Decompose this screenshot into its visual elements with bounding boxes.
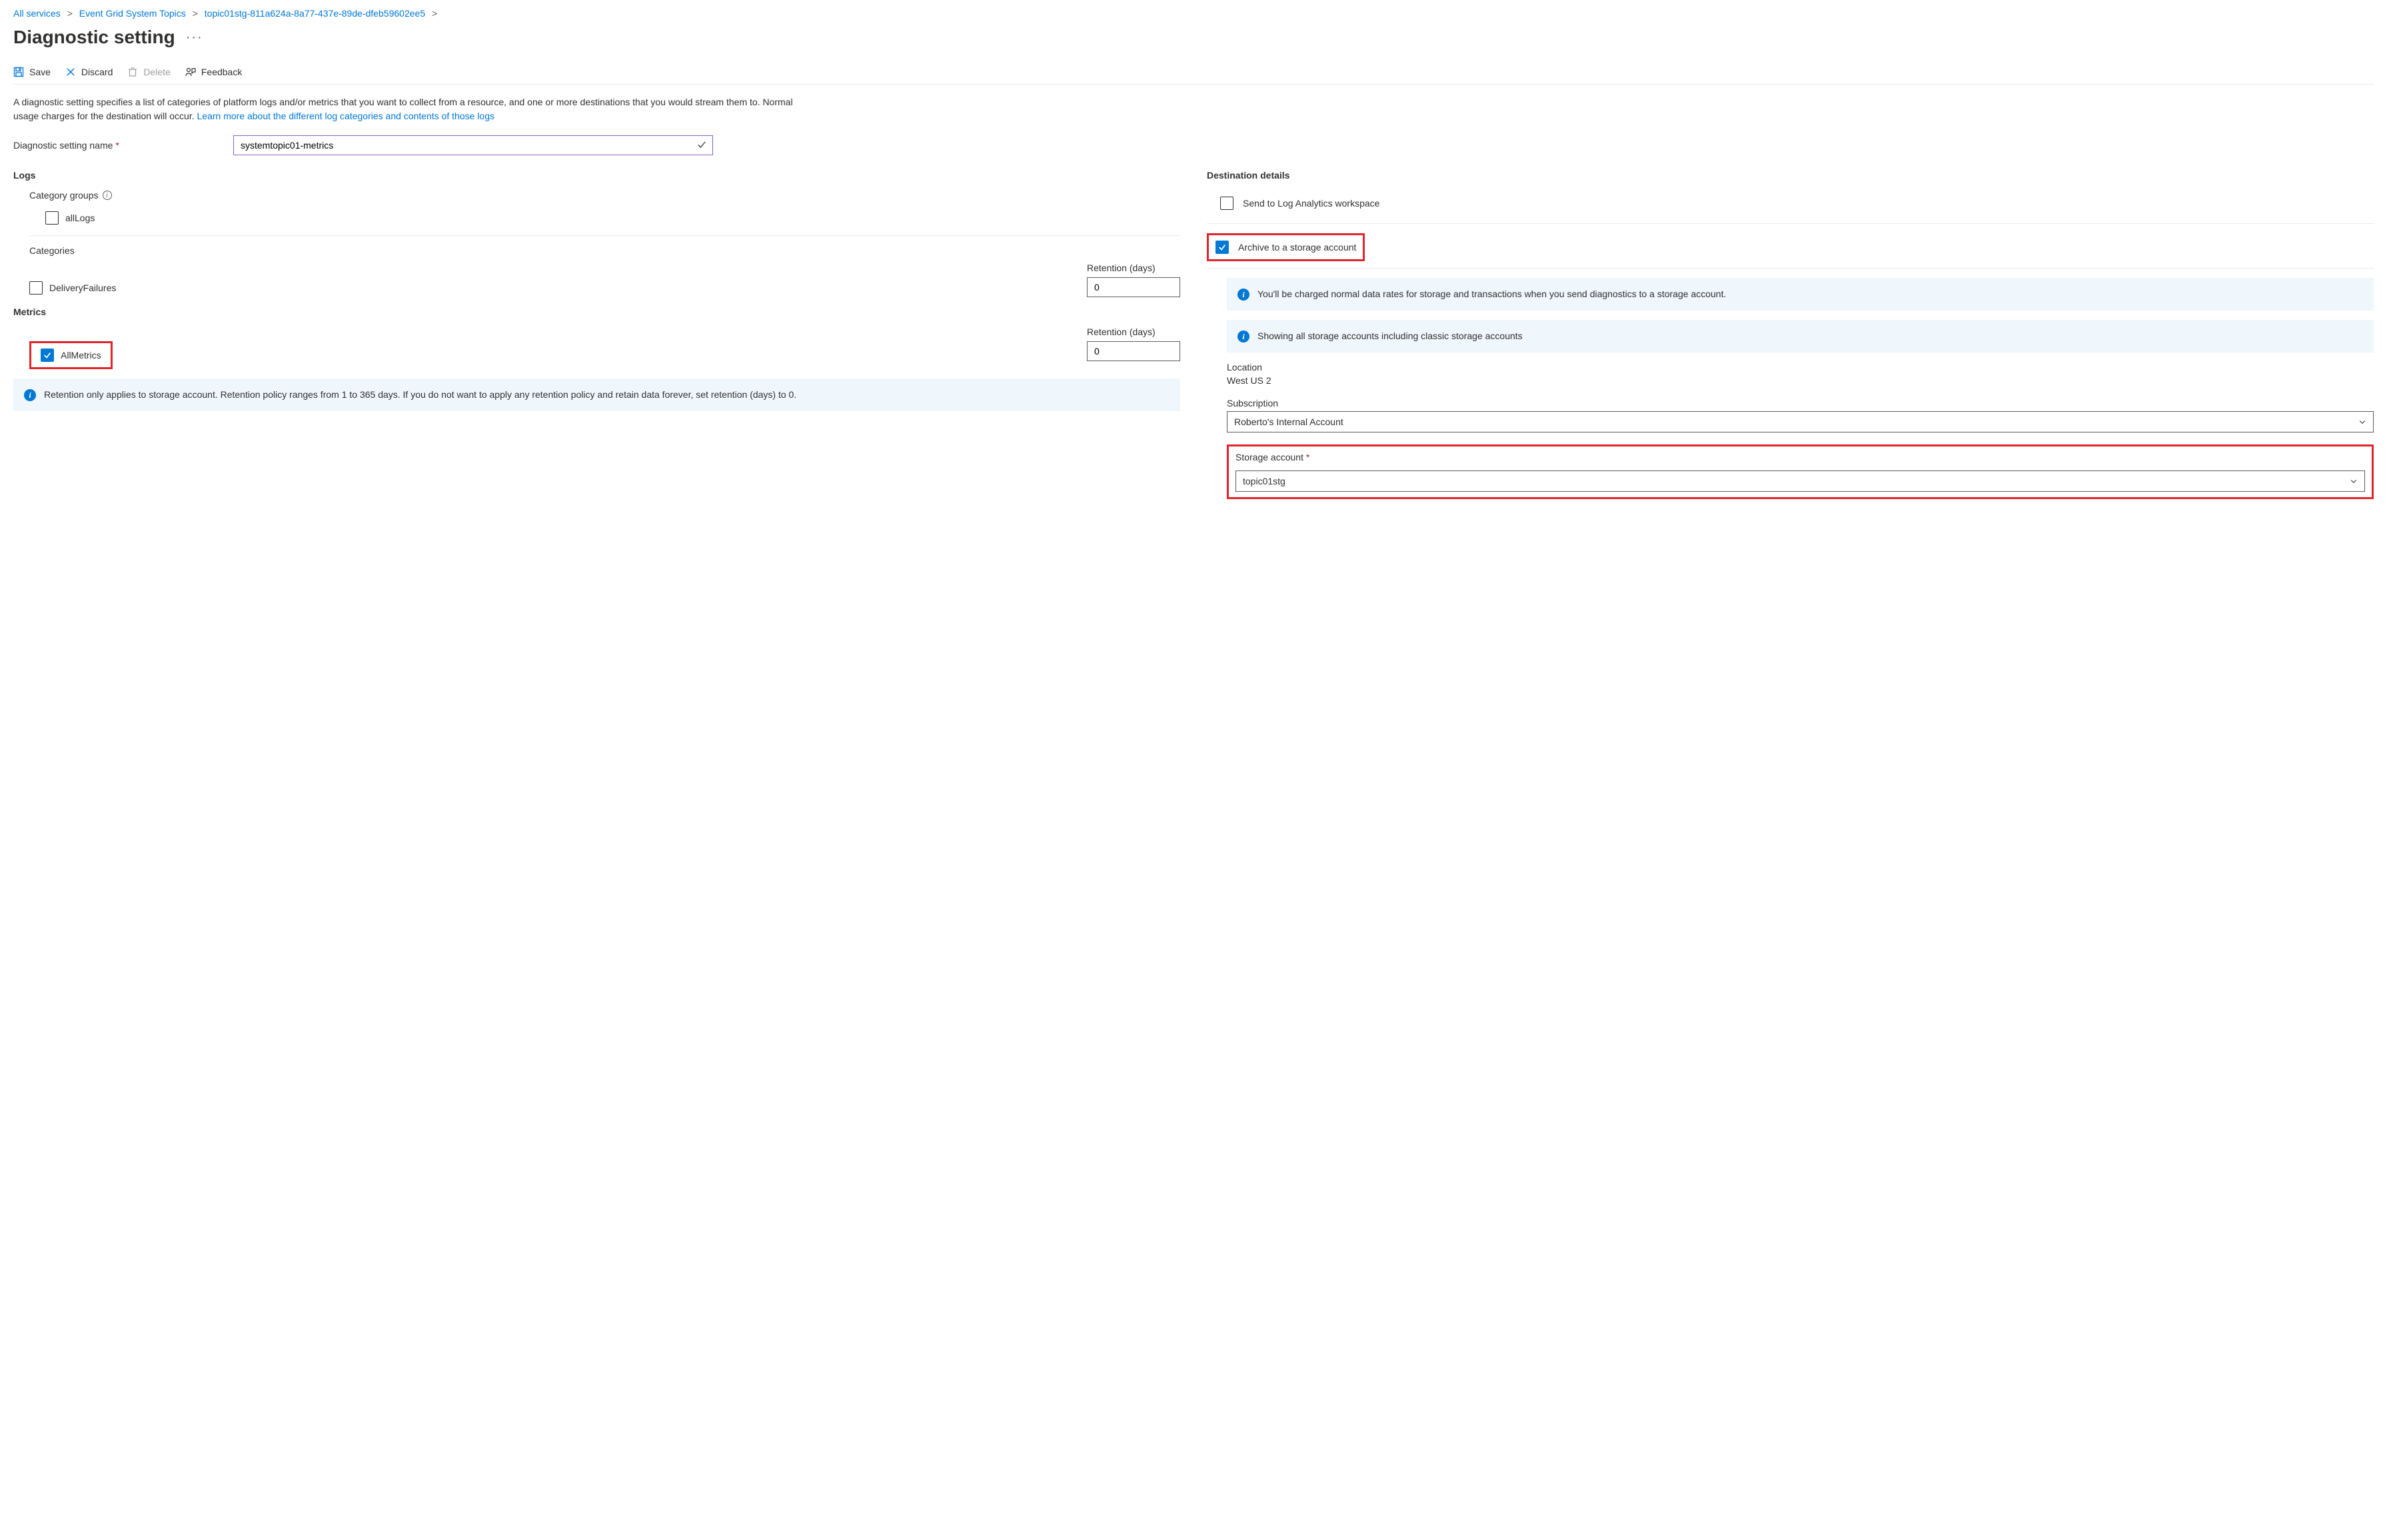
chevron-down-icon [2358, 418, 2366, 426]
check-icon [697, 140, 706, 151]
trash-icon [127, 67, 138, 77]
all-logs-checkbox[interactable] [45, 211, 59, 225]
category-groups-label: Category groups [29, 190, 99, 201]
archive-highlight: Archive to a storage account [1207, 233, 1365, 261]
retention-note-text: Retention only applies to storage accoun… [44, 388, 796, 402]
subscription-label: Subscription [1227, 398, 2374, 408]
delivery-failures-label: DeliveryFailures [49, 283, 116, 293]
archive-checkbox[interactable] [1215, 241, 1229, 254]
chevron-right-icon: > [432, 8, 437, 19]
all-logs-label: allLogs [65, 213, 95, 223]
info-icon[interactable]: i [103, 191, 112, 200]
learn-more-link[interactable]: Learn more about the different log categ… [197, 111, 494, 121]
location-label: Location [1227, 362, 2374, 373]
feedback-icon [185, 67, 196, 77]
categories-label: Categories [29, 245, 75, 256]
setting-name-input[interactable] [233, 135, 713, 155]
allmetrics-highlight: AllMetrics [29, 341, 113, 369]
discard-label: Discard [81, 67, 113, 77]
page-title: Diagnostic setting [13, 27, 175, 48]
info-icon: i [1237, 331, 1249, 343]
breadcrumb-link-1[interactable]: Event Grid System Topics [79, 8, 186, 19]
charge-info-banner: i You'll be charged normal data rates fo… [1227, 278, 2374, 311]
subscription-select[interactable]: Roberto's Internal Account [1227, 411, 2374, 432]
save-icon [13, 67, 24, 77]
retention-label-logs: Retention (days) [1087, 263, 1180, 273]
chevron-right-icon: > [67, 8, 73, 19]
chevron-down-icon [2350, 477, 2358, 485]
feedback-button[interactable]: Feedback [185, 67, 242, 77]
description-text: A diagnostic setting specifies a list of… [13, 95, 813, 123]
more-icon[interactable]: ··· [186, 30, 203, 45]
storage-value: topic01stg [1243, 476, 1285, 486]
delete-button: Delete [127, 67, 170, 77]
breadcrumb-link-2[interactable]: topic01stg-811a624a-8a77-437e-89de-dfeb5… [205, 8, 425, 19]
destination-heading: Destination details [1207, 170, 2374, 181]
close-icon [65, 67, 76, 77]
storage-select[interactable]: topic01stg [1235, 470, 2365, 492]
storage-highlight: Storage account * topic01stg [1227, 444, 2374, 499]
retention-input-logs[interactable] [1087, 277, 1180, 297]
all-metrics-label: AllMetrics [61, 350, 101, 361]
retention-info-banner: i Retention only applies to storage acco… [13, 379, 1180, 411]
delete-label: Delete [143, 67, 170, 77]
feedback-label: Feedback [201, 67, 242, 77]
chevron-right-icon: > [193, 8, 198, 19]
info-icon: i [1237, 289, 1249, 301]
delivery-failures-checkbox[interactable] [29, 281, 43, 295]
setting-name-label: Diagnostic setting name * [13, 140, 233, 151]
subscription-value: Roberto's Internal Account [1234, 416, 1343, 427]
log-analytics-label: Send to Log Analytics workspace [1243, 198, 1379, 209]
retention-label-metrics: Retention (days) [1087, 327, 1180, 337]
storage-label: Storage account * [1235, 452, 2365, 462]
breadcrumb-link-0[interactable]: All services [13, 8, 61, 19]
breadcrumb: All services > Event Grid System Topics … [13, 8, 2374, 19]
charge-note-text: You'll be charged normal data rates for … [1257, 287, 1726, 301]
classic-info-banner: i Showing all storage accounts including… [1227, 320, 2374, 353]
save-button[interactable]: Save [13, 67, 51, 77]
all-metrics-checkbox[interactable] [41, 349, 54, 362]
save-label: Save [29, 67, 51, 77]
archive-label: Archive to a storage account [1238, 242, 1356, 253]
toolbar: Save Discard Delete Feedback [13, 67, 2374, 85]
classic-note-text: Showing all storage accounts including c… [1257, 329, 1523, 343]
info-icon: i [24, 389, 36, 401]
location-value: West US 2 [1227, 375, 2374, 386]
logs-heading: Logs [13, 170, 1180, 181]
discard-button[interactable]: Discard [65, 67, 113, 77]
metrics-heading: Metrics [13, 307, 1180, 317]
retention-input-metrics[interactable] [1087, 341, 1180, 361]
log-analytics-checkbox[interactable] [1220, 197, 1233, 210]
